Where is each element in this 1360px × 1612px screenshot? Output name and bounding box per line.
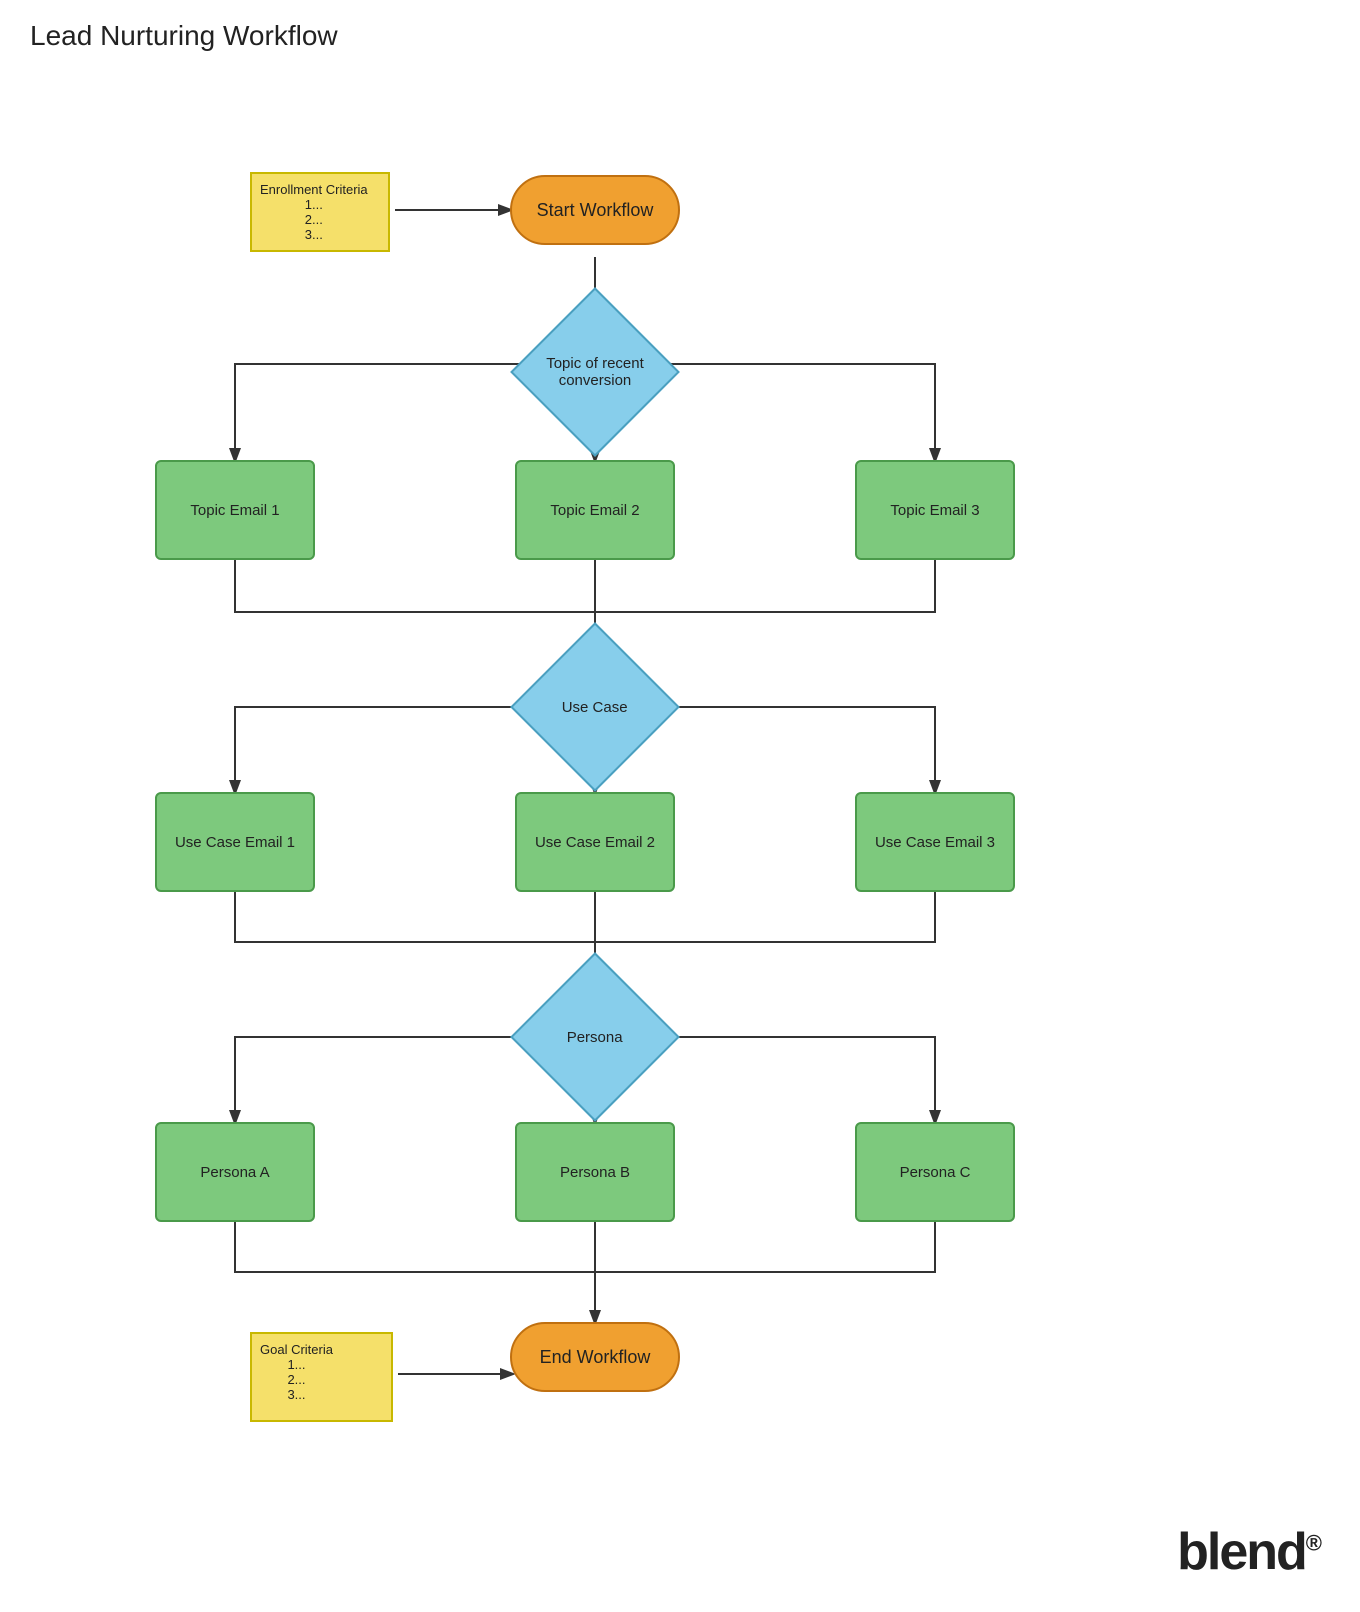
decision-persona-label: Persona: [537, 1029, 653, 1046]
decision-usecase-label: Use Case: [537, 699, 653, 716]
persona-c-label: Persona C: [900, 1164, 971, 1181]
start-workflow-label: Start Workflow: [537, 200, 654, 221]
usecase-email-3-label: Use Case Email 3: [875, 834, 995, 851]
persona-a-label: Persona A: [200, 1164, 269, 1181]
topic-email-1-label: Topic Email 1: [190, 502, 279, 519]
usecase-email-1-label: Use Case Email 1: [175, 834, 295, 851]
topic-email-3-node: Topic Email 3: [855, 460, 1015, 560]
usecase-email-2-node: Use Case Email 2: [515, 792, 675, 892]
diagram-container: Enrollment Criteria 1... 2... 3... Start…: [0, 72, 1360, 1612]
usecase-email-3-node: Use Case Email 3: [855, 792, 1015, 892]
enrollment-note-label: Enrollment Criteria 1... 2... 3...: [260, 182, 368, 242]
decision-topic-label: Topic of recent conversion: [537, 355, 653, 389]
topic-email-2-label: Topic Email 2: [550, 502, 639, 519]
end-workflow-node: End Workflow: [510, 1322, 680, 1392]
persona-b-node: Persona B: [515, 1122, 675, 1222]
persona-b-label: Persona B: [560, 1164, 630, 1181]
decision-usecase-node: Use Case: [510, 622, 680, 792]
page-title: Lead Nurturing Workflow: [0, 0, 1360, 72]
goal-note-label: Goal Criteria 1... 2... 3...: [260, 1342, 333, 1402]
end-workflow-label: End Workflow: [540, 1347, 651, 1368]
topic-email-2-node: Topic Email 2: [515, 460, 675, 560]
usecase-email-1-node: Use Case Email 1: [155, 792, 315, 892]
topic-email-1-node: Topic Email 1: [155, 460, 315, 560]
persona-c-node: Persona C: [855, 1122, 1015, 1222]
goal-note: Goal Criteria 1... 2... 3...: [250, 1332, 393, 1422]
topic-email-3-label: Topic Email 3: [890, 502, 979, 519]
enrollment-note: Enrollment Criteria 1... 2... 3...: [250, 172, 390, 252]
decision-topic-node: Topic of recent conversion: [510, 287, 680, 457]
blend-logo: blend®: [1177, 1522, 1320, 1582]
usecase-email-2-label: Use Case Email 2: [535, 834, 655, 851]
decision-persona-node: Persona: [510, 952, 680, 1122]
persona-a-node: Persona A: [155, 1122, 315, 1222]
start-workflow-node: Start Workflow: [510, 175, 680, 245]
